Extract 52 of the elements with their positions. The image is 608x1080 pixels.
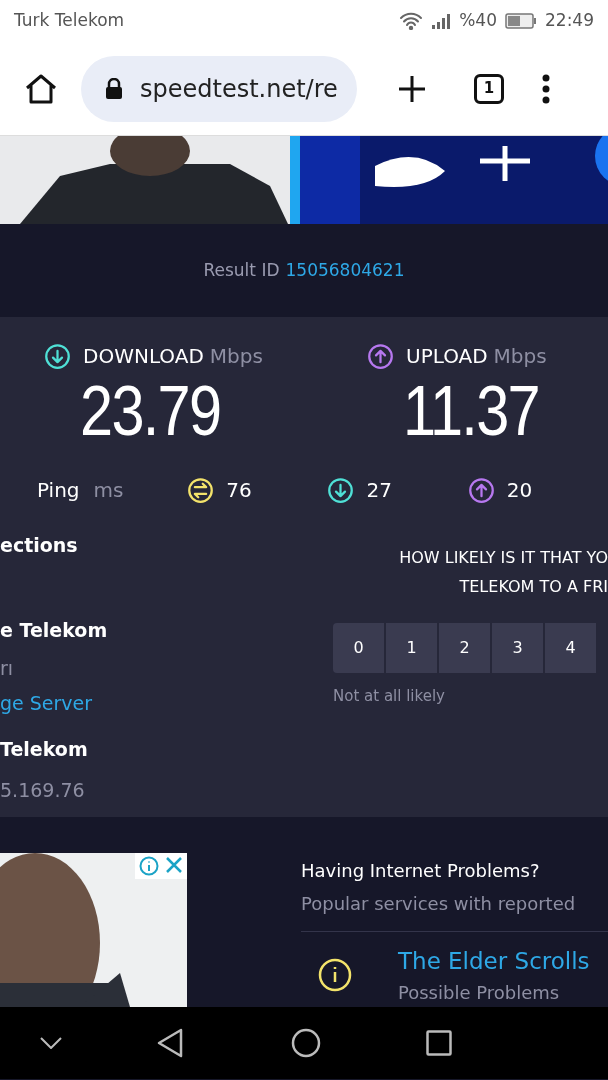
survey-question: TELEKOM TO A FRI	[459, 576, 608, 598]
address-bar[interactable]: speedtest.net/re	[81, 55, 357, 122]
rating-option[interactable]: 4	[545, 623, 596, 673]
info-icon	[318, 957, 352, 992]
wifi-icon	[399, 12, 424, 30]
url-text: speedtest.net/re	[140, 73, 338, 105]
recent-apps-icon[interactable]	[426, 1030, 452, 1056]
rating-option[interactable]: 0	[333, 623, 384, 673]
carrier-name: Turk Telekom	[14, 9, 125, 33]
home-icon[interactable]	[24, 72, 58, 105]
back-icon[interactable]	[157, 1028, 183, 1058]
ip-address: 5.169.76	[0, 777, 86, 803]
tab-count-button[interactable]: 1	[474, 73, 504, 104]
clock-time: 22:49	[545, 9, 594, 33]
battery-percent: %40	[459, 9, 497, 33]
isp-name: e Telekom	[0, 617, 109, 643]
scale-low-label: Not at all likely	[333, 686, 446, 707]
survey-question: HOW LIKELY IS IT THAT YO	[399, 547, 608, 569]
ping-arrows-icon	[187, 476, 215, 504]
speed-label: UPLOAD	[406, 343, 488, 370]
service-name-link[interactable]: The Elder Scrolls	[398, 944, 590, 979]
info-icon[interactable]	[139, 856, 159, 876]
result-id-label: Result ID	[203, 258, 280, 282]
rating-option[interactable]: 3	[492, 623, 543, 673]
lock-icon	[105, 77, 123, 100]
ping-unit: ms	[93, 477, 124, 504]
unit-label: Mbps	[493, 343, 547, 370]
problems-title: Having Internet Problems?	[301, 859, 541, 883]
chevron-down-icon[interactable]	[40, 1037, 62, 1049]
latency-value: 76	[226, 477, 252, 504]
more-options-icon[interactable]	[542, 73, 550, 104]
service-status: Possible Problems	[398, 980, 561, 1005]
latency-value: 27	[366, 477, 392, 504]
speed-label: DOWNLOAD	[83, 343, 204, 370]
result-id-link[interactable]: 15056804621	[285, 257, 405, 284]
battery-icon	[505, 13, 537, 29]
home-circle-icon[interactable]	[291, 1028, 321, 1058]
change-server-link[interactable]: ge Server	[0, 688, 333, 717]
ping-label: Ping	[37, 477, 80, 504]
plus-icon[interactable]	[397, 73, 427, 104]
close-icon[interactable]	[165, 856, 183, 874]
latency-value: 20	[506, 477, 533, 504]
speed-value: 23.79	[80, 371, 222, 451]
rating-option[interactable]: 1	[386, 623, 437, 673]
unit-label: Mbps	[209, 343, 263, 370]
speed-value: 11.37	[403, 371, 540, 451]
problems-subtitle: Popular services with reported	[301, 892, 577, 916]
section-title: ections	[0, 533, 79, 558]
host-name: Telekom	[0, 737, 89, 762]
signal-icon	[431, 12, 452, 30]
isp-location: rı	[0, 656, 15, 681]
rating-option[interactable]: 2	[439, 623, 490, 673]
